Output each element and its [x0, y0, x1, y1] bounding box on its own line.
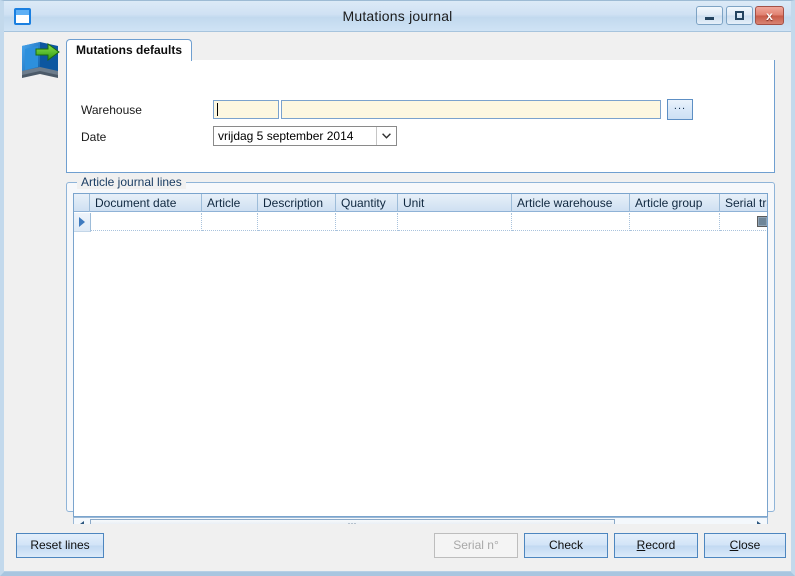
cell-document-date[interactable] — [90, 213, 202, 231]
title-bar: Mutations journal x — [4, 1, 791, 32]
check-button[interactable]: Check — [524, 533, 608, 558]
warehouse-browse-button[interactable]: ... — [667, 99, 693, 120]
minimize-button[interactable] — [696, 6, 723, 25]
date-combobox[interactable]: vrijdag 5 september 2014 — [213, 126, 397, 146]
article-journal-lines-legend: Article journal lines — [77, 175, 186, 189]
chevron-down-icon[interactable] — [376, 127, 396, 145]
text-caret — [217, 103, 218, 116]
record-button[interactable]: Record — [614, 533, 698, 558]
row-selector-cell[interactable] — [74, 213, 91, 232]
warehouse-name-input[interactable] — [281, 100, 661, 119]
close-button[interactable]: Close — [704, 533, 786, 558]
date-label: Date — [81, 130, 106, 144]
close-window-button[interactable]: x — [755, 6, 784, 25]
reset-lines-button[interactable]: Reset lines — [16, 533, 104, 558]
date-value: vrijdag 5 september 2014 — [218, 129, 353, 143]
close-label-rest: lose — [738, 538, 760, 552]
serial-tracking-checkbox[interactable] — [757, 216, 768, 227]
grid-column-header-article-warehouse[interactable]: Article warehouse — [512, 194, 630, 212]
record-accel-letter: R — [637, 538, 646, 552]
grid-column-header-unit[interactable]: Unit — [398, 194, 512, 212]
grid-header-row: Document date Article Description Quanti… — [74, 194, 767, 212]
grid-column-header-quantity[interactable]: Quantity — [336, 194, 398, 212]
serial-number-button: Serial n° — [434, 533, 518, 558]
article-journal-lines-grid[interactable]: Document date Article Description Quanti… — [73, 193, 768, 517]
maximize-icon — [727, 7, 752, 24]
current-row-arrow-icon — [79, 217, 85, 227]
grid-column-header-article-group[interactable]: Article group — [630, 194, 720, 212]
grid-column-header-document-date[interactable]: Document date — [90, 194, 202, 212]
article-journal-lines-group: Article journal lines Document date Arti… — [66, 182, 775, 512]
grid-column-header-rowhandle[interactable] — [74, 194, 90, 212]
cell-description[interactable] — [258, 213, 336, 231]
cell-article-group[interactable] — [630, 213, 720, 231]
cell-unit[interactable] — [398, 213, 512, 231]
window-bottom-strip — [4, 571, 791, 572]
tab-mutations-defaults[interactable]: Mutations defaults — [66, 39, 192, 61]
cell-article-warehouse[interactable] — [512, 213, 630, 231]
blue-book-green-arrow-icon — [18, 37, 66, 81]
maximize-button[interactable] — [726, 6, 753, 25]
minimize-icon — [697, 7, 722, 24]
window-title: Mutations journal — [4, 8, 791, 24]
grid-column-header-article[interactable]: Article — [202, 194, 258, 212]
cell-article[interactable] — [202, 213, 258, 231]
tab-strip: Mutations defaults — [66, 39, 775, 61]
table-row[interactable] — [74, 213, 767, 231]
warehouse-code-input[interactable] — [213, 100, 279, 119]
client-area: Mutations defaults Warehouse ... Date vr… — [4, 32, 791, 572]
cell-quantity[interactable] — [336, 213, 398, 231]
grid-column-header-serial-tracking[interactable]: Serial tracking — [720, 194, 768, 212]
record-label-rest: ecord — [645, 538, 675, 552]
close-icon: x — [756, 7, 783, 24]
application-window: Mutations journal x — [0, 0, 795, 576]
warehouse-label: Warehouse — [81, 103, 142, 117]
mutations-defaults-panel: Warehouse ... Date vrijdag 5 september 2… — [66, 60, 775, 173]
grid-column-header-description[interactable]: Description — [258, 194, 336, 212]
dialog-button-bar: Reset lines Serial n° Check Record Close — [4, 524, 791, 572]
cell-serial-tracking[interactable] — [720, 213, 768, 231]
